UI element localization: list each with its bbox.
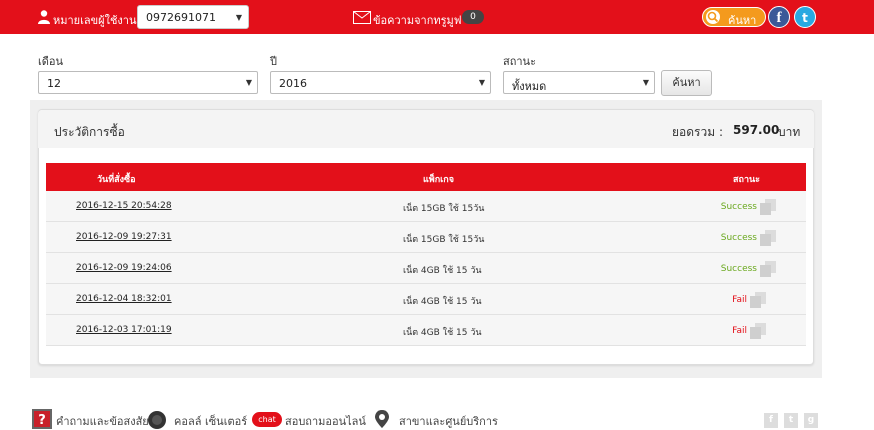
package-name: เน็ต 4GB ใช้ 15 วัน [403,297,482,307]
order-date-link[interactable]: 2016-12-04 18:32:01 [76,294,172,304]
messages-count-badge: 0 [462,10,484,24]
status-value: ทั้งหมด [512,80,547,93]
footer-twitter-icon[interactable]: t [784,413,798,428]
order-date-link[interactable]: 2016-12-09 19:27:31 [76,232,172,242]
footer-chat-link[interactable]: สอบถามออนไลน์ [285,412,366,430]
status-badge: Success [720,233,757,243]
month-value: 12 [47,77,61,90]
phone-number-select[interactable]: 0972691071 ▼ [137,5,249,29]
order-date-link[interactable]: 2016-12-09 19:24:06 [76,263,172,273]
user-number-label: หมายเลขผู้ใช้งาน [53,14,137,27]
chevron-down-icon: ▼ [642,78,649,87]
package-name: เน็ต 15GB ใช้ 15วัน [403,204,485,214]
month-select[interactable]: 12 ▼ [38,71,258,94]
status-badge: Success [720,202,757,212]
package-name: เน็ต 4GB ใช้ 15 วัน [403,328,482,338]
copy-icon[interactable] [750,292,766,308]
column-header-status: สถานะ [733,175,760,185]
footer-google-icon[interactable]: g [804,413,818,428]
chevron-down-icon: ▼ [235,13,242,22]
column-header-package: แพ็กเกจ [423,175,454,185]
location-pin-icon [375,410,389,428]
footer-branches-link[interactable]: สาขาและศูนย์บริการ [399,412,498,430]
search-icon [706,10,720,24]
package-name: เน็ต 4GB ใช้ 15 วัน [403,266,482,276]
status-badge: Fail [732,326,747,336]
search-button-label: ค้นหา [728,14,757,27]
status-label: สถานะ [503,55,536,68]
year-value: 2016 [279,77,307,90]
chat-icon: chat [252,412,282,427]
copy-icon[interactable] [760,230,776,246]
month-label: เดือน [38,55,64,68]
status-badge: Fail [732,295,747,305]
year-label: ปี [270,55,277,68]
status-badge: Success [720,264,757,274]
chevron-down-icon: ▼ [478,78,485,87]
user-icon [38,10,50,24]
status-select[interactable]: ทั้งหมด ▼ [503,71,655,94]
total-currency: บาท [778,125,801,139]
question-icon: ? [32,409,52,429]
mail-icon[interactable] [353,11,371,24]
year-select[interactable]: 2016 ▼ [270,71,491,94]
column-header-date: วันที่สั่งซื้อ [97,175,136,185]
facebook-icon[interactable]: f [768,6,790,28]
search-button[interactable]: ค้นหา [702,7,766,27]
twitter-icon[interactable]: t [794,6,816,28]
phone-number-value: 0972691071 [146,11,216,24]
panel-title: ประวัติการซื้อ [54,125,125,139]
copy-icon[interactable] [750,323,766,339]
order-date-link[interactable]: 2016-12-15 20:54:28 [76,201,172,211]
filter-search-button[interactable]: ค้นหา [661,70,712,96]
copy-icon[interactable] [760,199,776,215]
footer-call-center-link[interactable]: คอลล์ เซ็นเตอร์ [174,412,247,430]
svg-text:?: ? [38,413,46,428]
total-label: ยอดรวม : [672,125,723,139]
copy-icon[interactable] [760,261,776,277]
messages-link[interactable]: ข้อความจากทรูมูฟ [373,11,462,29]
footer-faq-link[interactable]: คำถามและข้อสงสัย [56,412,149,430]
headset-icon [148,411,166,429]
total-amount: 597.00 [733,123,780,137]
footer-facebook-icon[interactable]: f [764,413,778,428]
package-name: เน็ต 15GB ใช้ 15วัน [403,235,485,245]
order-date-link[interactable]: 2016-12-03 17:01:19 [76,325,172,335]
chevron-down-icon: ▼ [245,78,252,87]
